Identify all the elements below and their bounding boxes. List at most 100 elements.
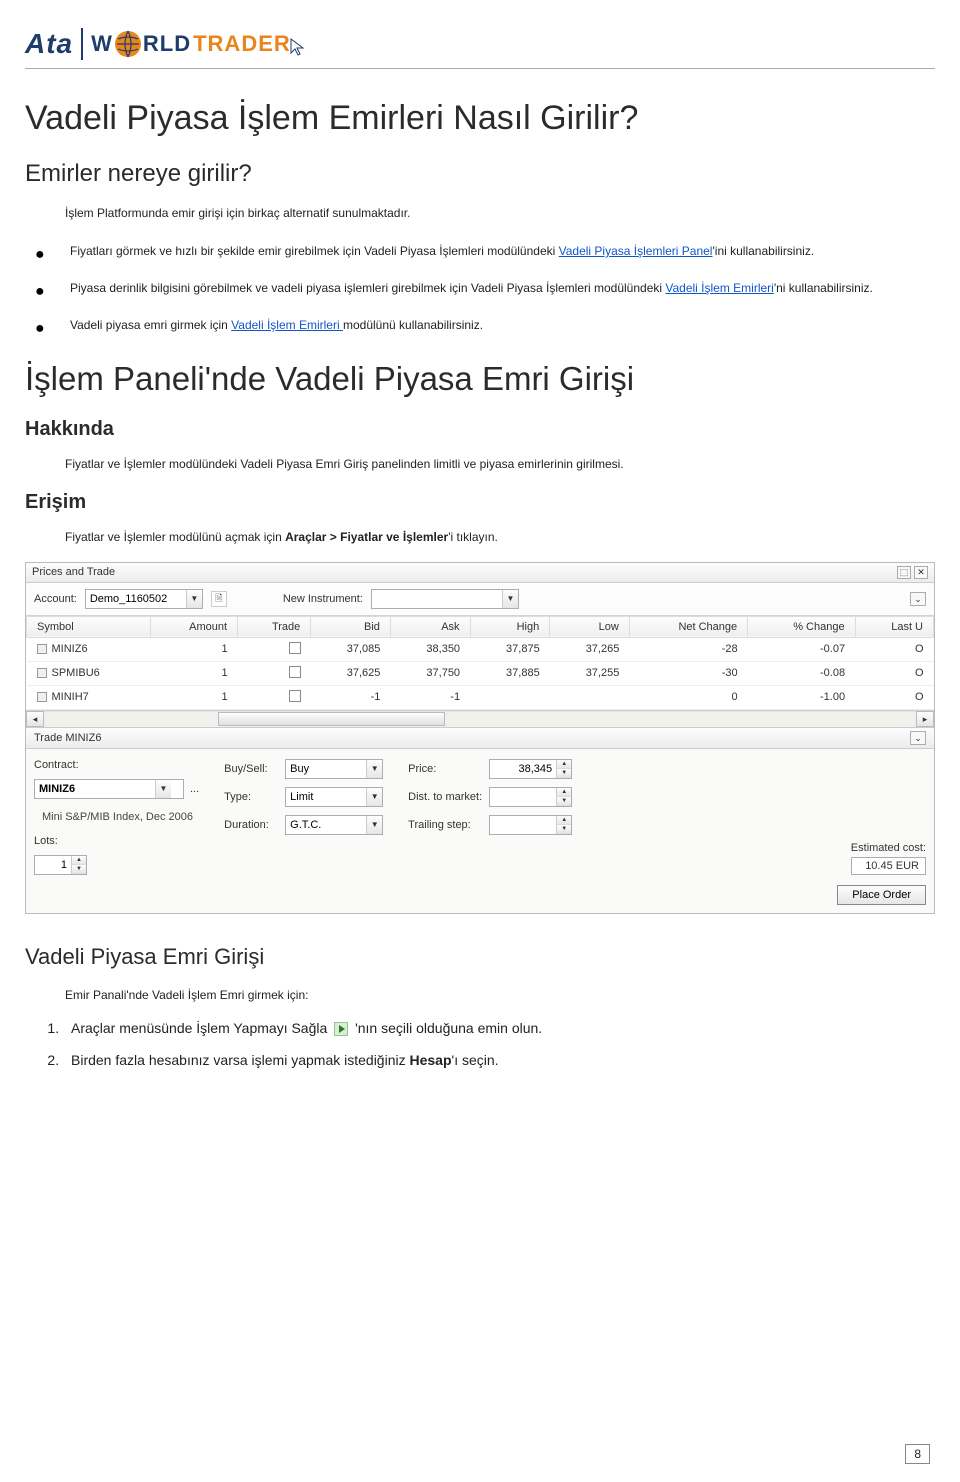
- type-value[interactable]: [286, 791, 366, 803]
- scroll-left-icon[interactable]: ◂: [26, 711, 44, 727]
- bullet-item: Fiyatları görmek ve hızlı bir şekilde em…: [35, 242, 935, 261]
- buysell-value[interactable]: [286, 763, 366, 775]
- bullet-text: 'ni kullanabilirsiniz.: [774, 281, 873, 295]
- col-amount[interactable]: Amount: [150, 616, 237, 637]
- link-orders-module[interactable]: Vadeli İşlem Emirleri: [231, 318, 343, 332]
- access-menu-path: Araçlar > Fiyatlar ve İşlemler: [285, 530, 448, 544]
- trade-panel-title: Trade MINIZ6: [34, 732, 101, 744]
- place-order-button[interactable]: Place Order: [837, 885, 926, 905]
- link-orders[interactable]: Vadeli İşlem Emirleri: [665, 281, 773, 295]
- chevron-down-icon[interactable]: ▼: [366, 788, 382, 806]
- dist-label: Dist. to market:: [408, 791, 483, 803]
- contract-select[interactable]: ▼: [34, 779, 184, 799]
- collapse-icon[interactable]: ⌄: [910, 592, 926, 606]
- steps-list: Araçlar menüsünde İşlem Yapmayı Sağla 'n…: [63, 1020, 935, 1068]
- account-value[interactable]: [86, 593, 186, 605]
- col-pctchange[interactable]: % Change: [748, 616, 855, 637]
- entry-heading: Vadeli Piyasa Emri Girişi: [25, 944, 935, 970]
- trail-label: Trailing step:: [408, 819, 483, 831]
- price-label: Price:: [408, 763, 483, 775]
- link-panel[interactable]: Vadeli Piyasa İşlemleri Panel: [559, 244, 713, 258]
- pin-icon[interactable]: ⬚: [897, 566, 911, 579]
- step-item: Birden fazla hesabınız varsa işlemi yapm…: [63, 1052, 935, 1068]
- header-logo: Ata W RLD TRADER: [25, 0, 935, 64]
- account-label: Account:: [34, 593, 77, 605]
- table-row[interactable]: MINIH71-1-10-1.00O: [27, 685, 934, 709]
- scroll-thumb[interactable]: [218, 712, 445, 726]
- buysell-select[interactable]: ▼: [285, 759, 383, 779]
- contract-value[interactable]: [35, 783, 155, 795]
- col-trade[interactable]: Trade: [238, 616, 311, 637]
- step-item: Araçlar menüsünde İşlem Yapmayı Sağla 'n…: [63, 1020, 935, 1036]
- step-text: Birden fazla hesabınız varsa işlemi yapm…: [71, 1052, 410, 1068]
- dist-spinner[interactable]: ▲▼: [489, 787, 572, 807]
- col-symbol[interactable]: Symbol: [27, 616, 151, 637]
- access-heading: Erişim: [25, 491, 935, 514]
- page-title: Vadeli Piyasa İşlem Emirleri Nasıl Giril…: [25, 99, 935, 138]
- table-row[interactable]: SPMIBU6137,62537,75037,88537,255-30-0.08…: [27, 661, 934, 685]
- access-paragraph: Fiyatlar ve İşlemler modülünü açmak için…: [65, 528, 935, 546]
- page-number: 8: [905, 1444, 930, 1464]
- new-instrument-select[interactable]: ▼: [371, 589, 519, 609]
- col-high[interactable]: High: [470, 616, 550, 637]
- instrument-icon: [37, 668, 47, 678]
- chevron-down-icon[interactable]: ▼: [155, 780, 171, 798]
- logo-ata-text: Ata: [25, 28, 73, 60]
- intro-paragraph: İşlem Platformunda emir girişi için birk…: [65, 206, 935, 220]
- document-icon[interactable]: 🗎: [211, 591, 227, 607]
- spin-up-icon[interactable]: ▲: [557, 760, 571, 769]
- play-icon: [334, 1022, 348, 1036]
- spin-up-icon[interactable]: ▲: [557, 816, 571, 825]
- trail-spinner[interactable]: ▲▼: [489, 815, 572, 835]
- step-text: Araçlar menüsünde İşlem Yapmayı Sağla: [71, 1020, 327, 1036]
- price-value[interactable]: [490, 763, 556, 775]
- bullet-list: Fiyatları görmek ve hızlı bir şekilde em…: [35, 242, 935, 336]
- account-select[interactable]: ▼: [85, 589, 203, 609]
- buysell-label: Buy/Sell:: [224, 763, 279, 775]
- globe-icon: [113, 29, 143, 59]
- col-low[interactable]: Low: [550, 616, 630, 637]
- bullet-item: Piyasa derinlik bilgisini görebilmek ve …: [35, 279, 935, 298]
- chevron-down-icon[interactable]: ▼: [186, 590, 202, 608]
- chevron-down-icon[interactable]: ▼: [366, 760, 382, 778]
- collapse-icon[interactable]: ⌄: [910, 731, 926, 745]
- col-bid[interactable]: Bid: [311, 616, 391, 637]
- spin-down-icon[interactable]: ▼: [557, 797, 571, 806]
- trade-checkbox[interactable]: [289, 690, 301, 702]
- spin-down-icon[interactable]: ▼: [557, 825, 571, 834]
- lots-spinner[interactable]: ▲▼: [34, 855, 87, 875]
- bullet-item: Vadeli piyasa emri girmek için Vadeli İş…: [35, 316, 935, 335]
- instrument-icon: [37, 692, 47, 702]
- trade-checkbox[interactable]: [289, 666, 301, 678]
- col-ask[interactable]: Ask: [390, 616, 470, 637]
- estimated-cost-value: 10.45 EUR: [851, 857, 926, 875]
- spin-up-icon[interactable]: ▲: [557, 788, 571, 797]
- chevron-down-icon[interactable]: ▼: [502, 590, 518, 608]
- chevron-down-icon[interactable]: ▼: [366, 816, 382, 834]
- duration-value[interactable]: [286, 819, 366, 831]
- spin-up-icon[interactable]: ▲: [72, 856, 86, 865]
- col-last[interactable]: Last U: [855, 616, 933, 637]
- prices-trade-panel: Prices and Trade ⬚ ✕ Account: ▼ 🗎 New In…: [25, 562, 935, 914]
- type-select[interactable]: ▼: [285, 787, 383, 807]
- new-instrument-input[interactable]: [372, 593, 502, 605]
- horizontal-scrollbar[interactable]: ◂ ▸: [26, 710, 934, 727]
- header-divider: [25, 68, 935, 69]
- instrument-icon: [37, 644, 47, 654]
- estimated-cost-label: Estimated cost:: [851, 842, 926, 854]
- trail-value[interactable]: [490, 819, 556, 831]
- bullet-text: Fiyatları görmek ve hızlı bir şekilde em…: [70, 244, 559, 258]
- spin-down-icon[interactable]: ▼: [557, 769, 571, 778]
- trade-checkbox[interactable]: [289, 642, 301, 654]
- table-row[interactable]: MINIZ6137,08538,35037,87537,265-28-0.07O: [27, 637, 934, 661]
- duration-select[interactable]: ▼: [285, 815, 383, 835]
- dist-value[interactable]: [490, 791, 556, 803]
- scroll-right-icon[interactable]: ▸: [916, 711, 934, 727]
- lots-value[interactable]: [35, 859, 71, 871]
- close-icon[interactable]: ✕: [914, 566, 928, 579]
- price-spinner[interactable]: ▲▼: [489, 759, 572, 779]
- about-heading: Hakkında: [25, 418, 935, 441]
- contract-description: Mini S&P/MIB Index, Dec 2006: [42, 811, 199, 823]
- spin-down-icon[interactable]: ▼: [72, 865, 86, 874]
- col-netchange[interactable]: Net Change: [629, 616, 747, 637]
